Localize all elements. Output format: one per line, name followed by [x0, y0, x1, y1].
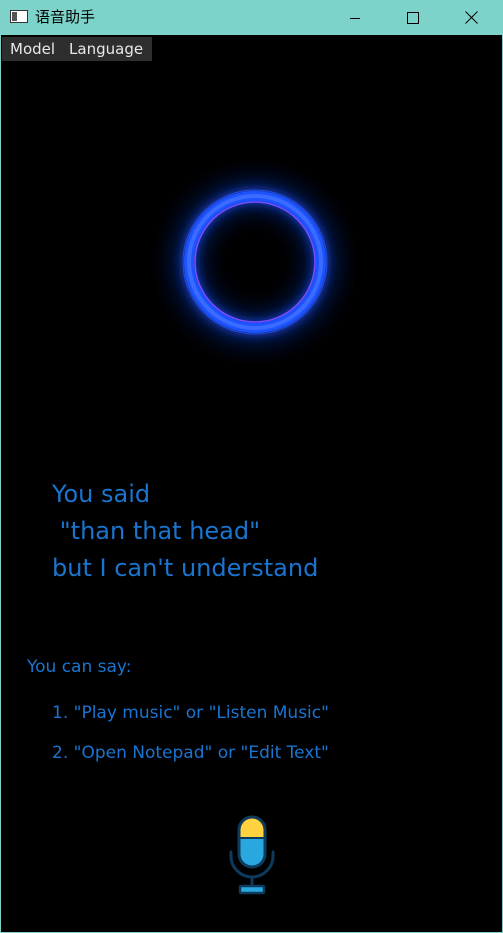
minimize-button[interactable]	[326, 0, 384, 35]
response-line-2: "than that head"	[52, 517, 261, 545]
listening-ring-icon	[176, 183, 334, 341]
menu-item-model[interactable]: Model	[2, 37, 62, 61]
response-line-3: but I can't understand	[52, 554, 319, 582]
app-icon	[10, 10, 28, 23]
assistant-response: You said "than that head" but I can't und…	[52, 476, 318, 587]
voice-assistant-window: 语音助手 Model Language You said "than that …	[0, 0, 503, 933]
maximize-button[interactable]	[384, 0, 442, 35]
hints-title: You can say:	[27, 657, 132, 677]
minimize-icon	[350, 17, 360, 19]
menu-bar: Model Language	[2, 37, 152, 61]
close-button[interactable]	[442, 0, 500, 35]
title-bar[interactable]: 语音助手	[1, 0, 502, 35]
window-title: 语音助手	[35, 8, 96, 26]
menu-item-language[interactable]: Language	[62, 37, 150, 61]
microphone-icon[interactable]	[223, 812, 281, 900]
close-icon	[464, 11, 478, 24]
hint-item: 2. "Open Notepad" or "Edit Text"	[52, 743, 329, 763]
maximize-icon	[407, 11, 419, 24]
response-line-1: You said	[52, 480, 151, 508]
hint-item: 1. "Play music" or "Listen Music"	[52, 703, 329, 723]
